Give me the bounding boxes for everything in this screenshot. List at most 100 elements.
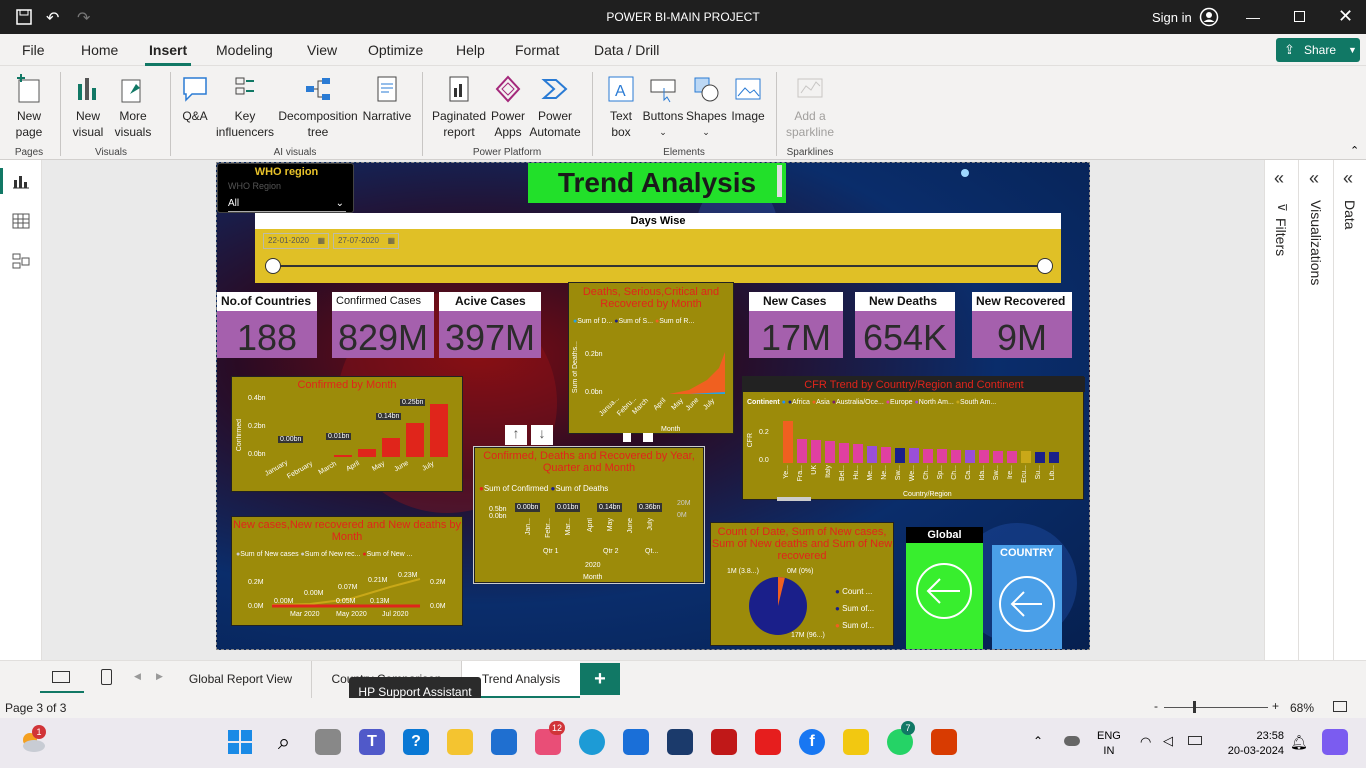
power-automate-button[interactable]: Power Automate [526,74,584,140]
shapes-button[interactable]: Shapes ⌄ [686,74,727,140]
slicer-dropdown[interactable]: All ⌄ [228,198,346,212]
drill-down-button[interactable]: ↓ [531,425,553,445]
restore-icon[interactable] [1294,11,1305,22]
cfr-trend-chart[interactable]: CFR Trend by Country/Region and Continen… [742,376,1085,501]
add-page-button[interactable]: + [580,663,620,695]
more-visuals-button[interactable]: More visuals [110,74,156,140]
close-icon[interactable]: ✕ [1338,6,1353,27]
add-sparkline-button[interactable]: Add a sparkline [782,74,838,140]
report-view-icon[interactable] [12,172,30,195]
drill-up-button[interactable]: ↑ [505,425,527,445]
store-icon[interactable] [491,729,517,755]
horizontal-scrollbar[interactable] [777,497,811,501]
snipping-tool-icon[interactable] [931,729,957,755]
start-icon[interactable] [227,729,253,755]
text-box-button[interactable]: A Text box [600,74,642,140]
start-date-input[interactable]: 22-01-2020 ▦ [263,233,329,249]
whatsapp-icon[interactable]: 7 [887,721,915,755]
end-date-handle[interactable] [1037,258,1053,274]
expand-icon[interactable]: « [1343,168,1353,189]
file-explorer-icon[interactable] [447,729,473,755]
hp-support-icon[interactable]: ? [403,729,429,755]
facebook-icon[interactable]: f [799,729,825,755]
confirmed-deaths-recovered-chart[interactable]: Confirmed, Deaths and Recovered by Year,… [473,446,705,584]
tab-home[interactable]: Home [81,42,118,58]
new-cases-chart[interactable]: New cases,New recovered and New deaths b… [231,516,463,626]
legend-item: Count ... [842,587,873,596]
visualizations-pane[interactable]: « Visualizations [1300,160,1334,660]
notifications-bell-icon[interactable]: 🔔︎ [1290,734,1308,751]
task-view-icon[interactable] [315,729,341,755]
filters-pane[interactable]: « ⊽ Filters [1265,160,1299,660]
buttons-button[interactable]: Buttons ⌄ [642,74,684,140]
mcafee-icon[interactable] [711,729,737,755]
decomposition-tree-button[interactable]: Decomposition tree [276,74,360,140]
wifi-icon[interactable]: ◠ [1140,734,1151,750]
onedrive-icon[interactable] [1064,736,1080,746]
tab-insert[interactable]: Insert [149,42,187,58]
tab-help[interactable]: Help [456,42,485,58]
app-icon[interactable] [667,729,693,755]
youtube-icon[interactable] [755,729,781,755]
expand-icon[interactable]: « [1309,168,1319,189]
paginated-report-button[interactable]: Paginated report [428,74,490,140]
edge-icon[interactable] [579,729,605,755]
zoom-out-button[interactable]: - [1154,699,1158,713]
deaths-serious-chart[interactable]: Deaths, Serious,Critical and Recovered b… [568,282,734,434]
search-icon[interactable]: ⌕ [271,729,297,755]
zoom-slider[interactable] [1164,707,1268,708]
volume-icon[interactable]: ◁ [1163,733,1173,749]
tab-format[interactable]: Format [515,42,559,58]
end-date-input[interactable]: 27-07-2020 ▦ [333,233,399,249]
start-date-handle[interactable] [265,258,281,274]
mobile-layout-icon[interactable] [101,669,112,685]
language-indicator[interactable]: ENG IN [1097,729,1121,759]
global-nav-button[interactable]: Global [906,527,983,649]
desktop-layout-tab[interactable] [40,667,84,693]
scroll-right-icon[interactable]: ▶ [156,671,163,682]
paginated-report-icon [449,76,469,102]
pie-chart[interactable]: Count of Date, Sum of New cases, Sum of … [710,522,894,646]
tab-optimize[interactable]: Optimize [368,42,423,58]
power-apps-button[interactable]: Power Apps [490,74,526,140]
model-view-icon[interactable] [12,252,30,275]
country-nav-button[interactable]: COUNTRY [992,545,1062,649]
sign-in-link[interactable]: Sign in [1152,10,1192,25]
new-visual-button[interactable]: New visual [66,74,110,140]
photos-icon[interactable]: 12 [535,721,565,755]
fit-page-icon[interactable] [1333,701,1347,712]
clock[interactable]: 23:58 20-03-2024 [1222,729,1284,759]
battery-icon[interactable] [1188,736,1202,745]
image-button[interactable]: Image [728,74,768,124]
zoom-slider-thumb[interactable] [1193,701,1196,713]
confirmed-by-month-chart[interactable]: Confirmed by Month Confirmed 0.4bn 0.2bn… [231,376,463,492]
tab-data-drill[interactable]: Data / Drill [594,42,659,58]
myhp-icon[interactable] [623,729,649,755]
collapse-ribbon-icon[interactable]: ⌃ [1350,144,1359,157]
tab-file[interactable]: File [22,42,45,58]
table-view-icon[interactable] [12,212,30,235]
narrative-button[interactable]: Narrative [360,74,414,124]
scroll-left-icon[interactable]: ◀ [134,671,141,682]
zoom-in-button[interactable]: + [1272,699,1279,713]
data-pane[interactable]: « Data [1335,160,1366,660]
new-page-button[interactable]: New page [8,74,50,140]
page-tab-global[interactable]: Global Report View [170,661,312,699]
minimize-icon[interactable]: — [1246,9,1260,25]
weather-icon[interactable]: 1 [18,725,46,756]
key-influencers-button[interactable]: Key influencers [214,74,276,140]
tab-modeling[interactable]: Modeling [216,42,273,58]
tab-view[interactable]: View [307,42,337,58]
chevron-up-icon[interactable]: ⌃ [1033,734,1043,748]
who-region-slicer[interactable]: WHO region WHO Region All ⌄ [217,163,354,213]
more-options-icon[interactable] [643,433,653,442]
teams-icon[interactable]: T [359,729,385,755]
qa-button[interactable]: Q&A [176,74,214,124]
account-icon[interactable] [1199,7,1219,32]
focus-mode-icon[interactable] [623,433,631,442]
power-bi-icon[interactable] [843,729,869,755]
expand-icon[interactable]: « [1274,168,1284,189]
copilot-icon[interactable] [1322,729,1348,755]
share-button[interactable]: ⇪ Share ▼ [1276,38,1360,62]
days-wise-slicer[interactable]: Days Wise 22-01-2020 ▦ 27-07-2020 ▦ [255,213,1061,283]
